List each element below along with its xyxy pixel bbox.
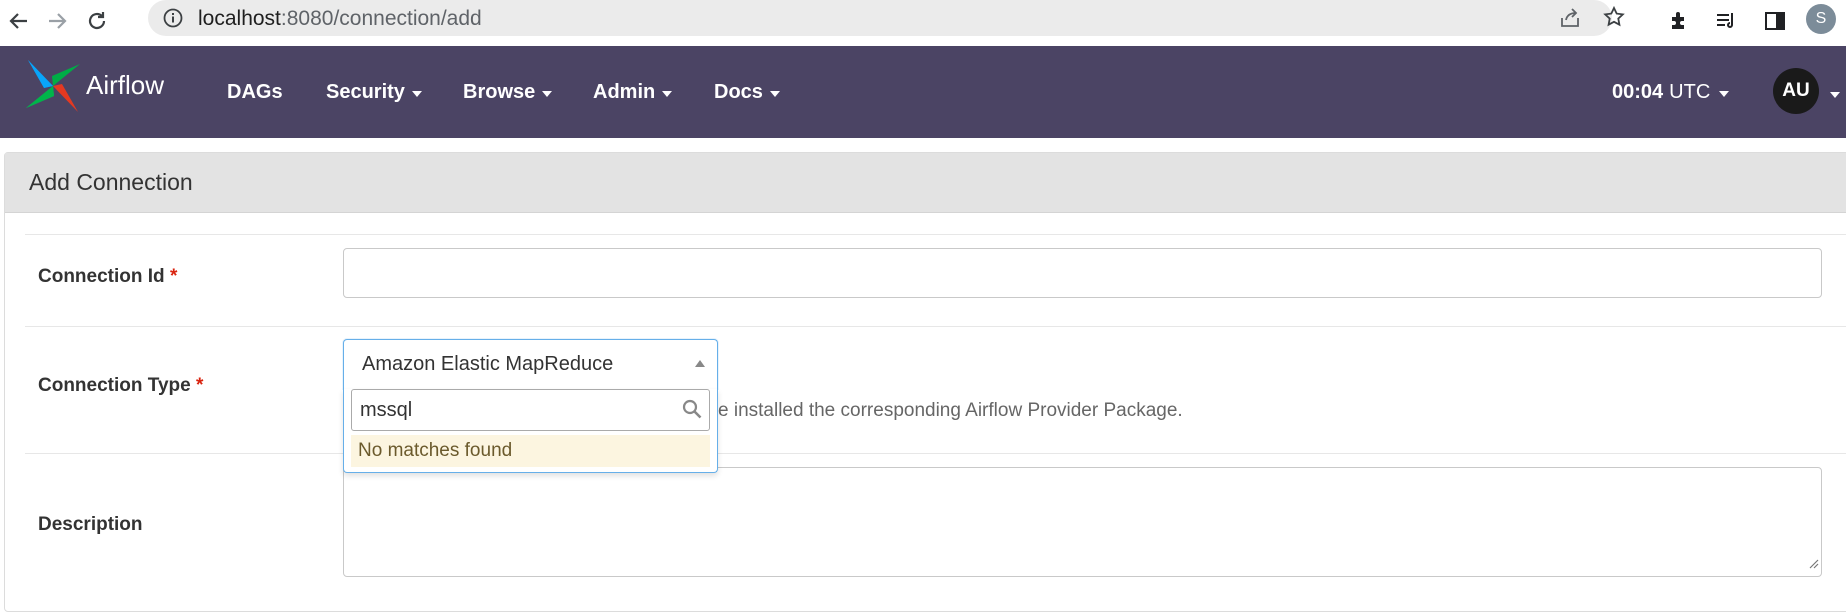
bookmark-star-icon[interactable] [1602,5,1626,34]
user-avatar[interactable]: AU [1773,68,1819,114]
chevron-up-icon [695,360,705,367]
nav-admin-label: Admin [593,80,656,103]
resize-grip-icon[interactable] [1807,556,1819,574]
address-bar[interactable]: localhost:8080/connection/add [148,0,1625,36]
nav-browse-dropdown[interactable]: Browse [463,46,553,138]
chevron-down-icon [662,90,673,97]
brand-name: Airflow [86,69,165,100]
nav-security-dropdown[interactable]: Security [326,46,422,138]
airflow-navbar: Airflow DAGs Security Browse Admin Docs … [0,46,1846,138]
conn-type-select[interactable]: Amazon Elastic MapReduce [343,339,718,389]
airflow-pinwheel-logo-icon [24,58,82,119]
nav-dags[interactable]: DAGs [227,46,283,138]
search-icon [681,398,703,425]
forward-arrow-icon[interactable] [40,4,74,38]
extensions-puzzle-icon[interactable] [1662,4,1696,38]
nav-browse-label: Browse [463,80,536,103]
nav-security-label: Security [326,80,405,103]
conn-id-label: Connection Id * [38,266,178,287]
timezone-dropdown[interactable]: 00:04 UTC [1612,46,1730,138]
nav-docs-dropdown[interactable]: Docs [714,46,780,138]
chevron-down-icon [411,90,422,97]
no-matches-message: No matches found [351,435,710,467]
description-label: Description [38,514,143,535]
conn-type-search-input[interactable]: mssql [351,389,710,431]
description-textarea[interactable] [343,467,1822,577]
nav-dags-label: DAGs [227,80,283,103]
search-query: mssql [360,399,413,421]
conn-type-help-text: e installed the corresponding Airflow Pr… [718,400,1183,421]
current-time: 00:04 [1612,80,1664,103]
conn-type-selected-value: Amazon Elastic MapReduce [362,353,614,375]
conn-id-input[interactable] [343,248,1822,298]
timezone-label: UTC [1669,80,1711,103]
reading-list-icon[interactable] [1709,4,1743,38]
chevron-down-icon [542,90,553,97]
nav-admin-dropdown[interactable]: Admin [593,46,673,138]
side-panel-icon[interactable] [1758,4,1792,38]
site-info-icon[interactable] [162,7,184,34]
nav-docs-label: Docs [714,80,763,103]
form-row-conn-type: Connection Type * [25,326,1846,454]
airflow-brand-link[interactable]: Airflow [24,58,165,119]
chevron-down-icon [769,90,780,97]
url-text: localhost:8080/connection/add [198,7,482,30]
share-icon[interactable] [1558,6,1582,35]
conn-type-dropdown: mssql No matches found [343,389,718,473]
page-title: Add Connection [5,153,1846,213]
reload-icon[interactable] [80,4,114,38]
user-menu-chevron-icon[interactable] [1830,92,1840,98]
chevron-down-icon [1719,90,1730,97]
browser-toolbar: localhost:8080/connection/add S [0,0,1846,45]
conn-type-label: Connection Type * [38,375,204,396]
browser-profile-avatar[interactable]: S [1806,4,1836,34]
back-arrow-icon[interactable] [2,4,36,38]
